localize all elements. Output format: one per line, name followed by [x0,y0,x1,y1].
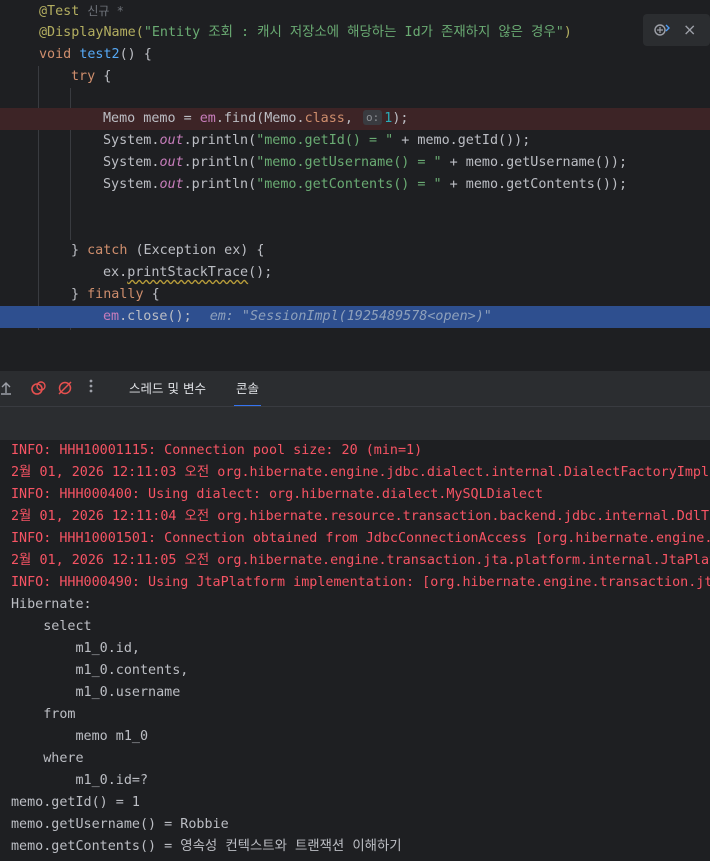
paren: ) [563,25,572,40]
tab-threads-variables[interactable]: 스레드 및 변수 [129,371,206,407]
out-field: out [159,155,184,170]
console-line: INFO: HHH10001501: Connection obtained f… [11,531,710,546]
console-line: 2월 01, 2026 12:11:04 오전 org.hibernate.re… [11,509,710,524]
debug-inline-value: em: "SessionImpl(1925489578<open>)" [209,309,492,324]
console-line: INFO: HHH10001115: Connection pool size:… [11,443,423,458]
current-execution-line[interactable]: em.close(); em: "SessionImpl(1925489578<o… [0,306,710,328]
code-text: .println( [183,133,257,148]
keyword-void: void [39,47,80,62]
console-line: INFO: HHH000490: Using JtaPlatform imple… [11,575,710,590]
out-field: out [159,133,184,148]
console-output[interactable]: INFO: HHH10001115: Connection pool size:… [0,440,710,861]
tab-console[interactable]: 콘솔 [234,371,262,407]
code-text: ); [392,111,409,126]
keyword-catch: catch [87,243,128,258]
code-text: System. [103,133,160,148]
code-text: (Exception ex) { [127,243,265,258]
display-name-string: "Entity 조회 : 캐시 저장소에 해당하는 Id가 존재하지 않은 경우… [143,25,564,40]
code-line: ex.printStackTrace(); [0,262,710,284]
code-line: @Test 신규 * [0,0,710,22]
code-line: @DisplayName("Entity 조회 : 캐시 저장소에 해당하는 I… [0,22,710,44]
code-text: .close(); [119,309,192,324]
debug-toolbar: 스레드 및 변수 콘솔 [0,370,710,407]
keyword-finally: finally [87,287,144,302]
code-line: } catch (Exception ex) { [0,240,710,262]
console-line: memo.getContents() = 영속성 컨텍스트와 트랜잭션 이해하기 [11,839,402,854]
method-name: test2 [79,47,120,62]
brace: } [71,243,88,258]
console-line: 2월 01, 2026 12:11:03 오전 org.hibernate.en… [11,465,710,480]
parameter-hint: o: [363,110,383,125]
console-line: m1_0.id, [11,641,140,656]
code-line: System.out.println("memo.getId() = " + m… [0,130,710,152]
string-literal: "memo.getContents() = " [256,177,442,192]
code-line: try { [0,66,710,88]
floating-toolbar: × [643,14,710,46]
code-line: System.out.println("memo.getUsername() =… [0,152,710,174]
debug-inline-icon[interactable] [653,22,671,42]
more-icon[interactable] [88,378,94,398]
view-breakpoints-icon[interactable] [31,380,47,400]
string-literal: "memo.getId() = " [256,133,394,148]
out-field: out [159,177,184,192]
console-line: m1_0.username [11,685,181,700]
code-text: (); [248,265,273,280]
console-subtoolbar [0,406,710,441]
test-annotation: @Test [39,4,80,19]
console-line: from [11,707,76,722]
string-literal: "memo.getUsername() = " [256,155,442,170]
console-line: select [11,619,92,634]
brace: } [71,287,88,302]
console-line: 2월 01, 2026 12:11:05 오전 org.hibernate.en… [11,553,710,568]
code-editor[interactable]: @Test 신규 * @DisplayName("Entity 조회 : 캐시 … [0,0,710,330]
method-signature-rest: () { [119,47,152,62]
console-line: INFO: HHH000400: Using dialect: org.hibe… [11,487,544,502]
keyword-try: try [71,69,96,84]
code-text: + memo.getId()); [393,133,531,148]
code-line: System.out.println("memo.getContents() =… [0,174,710,196]
code-text: .find(Memo. [215,111,305,126]
mute-breakpoints-icon[interactable] [57,380,73,400]
code-text: Memo memo = [103,111,200,126]
step-out-icon[interactable] [0,380,14,400]
em-field: em [199,111,216,126]
em-field: em [103,309,120,324]
close-icon[interactable]: × [683,20,696,39]
code-text: System. [103,177,160,192]
code-line: } finally { [0,284,710,306]
console-line: memo.getId() = 1 [11,795,140,810]
editor-bottom-area [0,330,710,370]
displayname-annotation: @DisplayName( [39,25,144,40]
code-text: System. [103,155,160,170]
console-line: memo m1_0 [11,729,157,744]
keyword-class: class [304,111,345,126]
code-line: void test2() { [0,44,710,66]
printstacktrace-call: printStackTrace [127,265,249,280]
code-text: ex. [103,265,128,280]
code-text: .println( [183,155,257,170]
console-line: Hibernate: [11,597,100,612]
code-text: .println( [183,177,257,192]
console-line: m1_0.id=? [11,773,149,788]
console-line: where [11,751,84,766]
brace: { [143,287,160,302]
code-text: + memo.getContents()); [441,177,628,192]
breakpoint-line[interactable]: Memo memo = em.find(Memo.class, o: 1); [0,108,710,130]
code-text: + memo.getUsername()); [441,155,628,170]
new-inlay-hint[interactable]: 신규 * [87,4,124,18]
brace: { [95,69,112,84]
console-line: memo.getUsername() = Robbie [11,817,229,832]
console-line: m1_0.contents, [11,663,189,678]
code-text: , [344,111,361,126]
